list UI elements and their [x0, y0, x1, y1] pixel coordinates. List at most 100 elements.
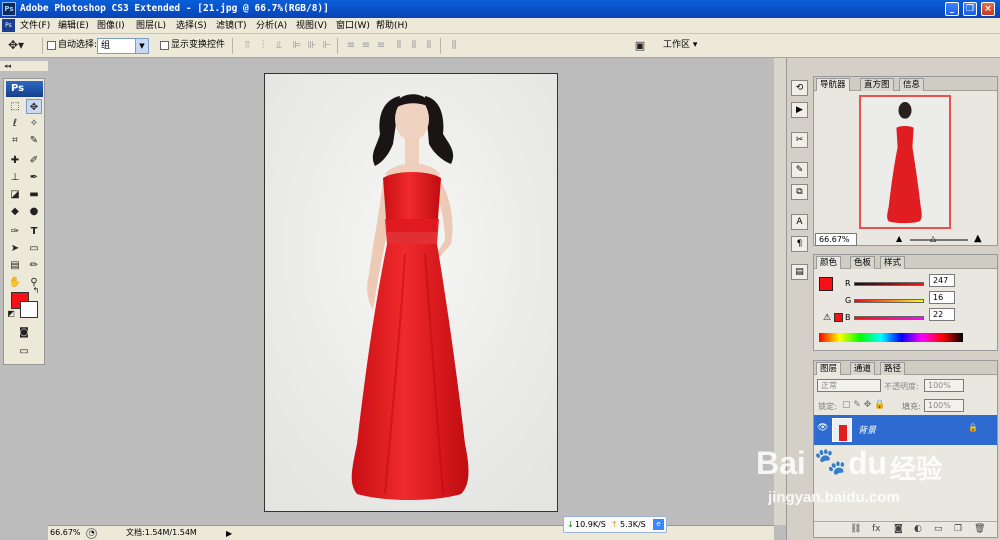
auto-align-layers-icon[interactable]: ⫼ — [447, 40, 461, 52]
zoom-level[interactable]: 66.67% — [50, 526, 81, 540]
menu-view[interactable]: 视图(V) — [294, 19, 329, 33]
notes-tool-icon[interactable]: ▤ — [7, 258, 23, 273]
eyedropper-icon[interactable]: ✏ — [26, 258, 42, 273]
gamut-color-swatch[interactable] — [834, 313, 843, 322]
background-color-swatch[interactable] — [20, 301, 38, 318]
color-ramp[interactable] — [819, 333, 963, 342]
healing-brush-icon[interactable]: ✚ — [7, 153, 23, 168]
brush-tool-icon[interactable]: ✐ — [26, 153, 42, 168]
tab-channels[interactable]: 通道 — [850, 362, 876, 375]
navigator-preview[interactable] — [859, 95, 951, 229]
link-layers-icon[interactable]: ⛓ — [850, 522, 861, 536]
canvas-area[interactable] — [48, 58, 774, 525]
screen-mode-icon[interactable]: ▭ — [16, 344, 32, 359]
move-tool-icon[interactable]: ✥ — [26, 99, 42, 114]
menu-analysis[interactable]: 分析(A) — [254, 19, 289, 33]
magic-wand-icon[interactable]: ✧ — [26, 116, 42, 131]
blur-tool-icon[interactable]: ◆ — [7, 204, 23, 219]
auto-select-checkbox[interactable] — [47, 41, 56, 50]
tab-info[interactable]: 信息 — [899, 78, 925, 91]
restore-button[interactable]: ❐ — [963, 2, 977, 16]
zoom-slider-thumb[interactable]: △ — [930, 234, 936, 243]
status-menu-arrow-icon[interactable]: ▶ — [226, 528, 235, 539]
visibility-eye-icon[interactable]: 👁 — [817, 423, 828, 433]
document-canvas[interactable] — [264, 73, 558, 512]
channel-g-input[interactable]: 16 — [929, 291, 955, 304]
show-transform-checkbox[interactable] — [160, 41, 169, 50]
menu-edit[interactable]: 编辑(E) — [56, 19, 91, 33]
close-button[interactable]: × — [981, 2, 995, 16]
align-vcenter-icon[interactable]: ⫶ — [256, 40, 270, 52]
history-brush-icon[interactable]: ✒ — [26, 170, 42, 185]
history-panel-icon[interactable]: ⟲ — [791, 80, 808, 96]
zoom-out-icon[interactable]: ▲ — [896, 234, 902, 243]
clone-source-icon[interactable]: ⧉ — [791, 184, 808, 200]
new-layer-icon[interactable]: ❐ — [954, 522, 962, 536]
crop-tool-icon[interactable]: ⌗ — [7, 133, 23, 148]
clone-stamp-icon[interactable]: ⊥ — [7, 170, 23, 185]
paragraph-panel-icon[interactable]: ¶ — [791, 236, 808, 252]
swap-colors-icon[interactable]: ↰ — [30, 286, 42, 296]
gradient-tool-icon[interactable]: ▬ — [26, 187, 42, 202]
fill-input[interactable]: 100% — [924, 399, 964, 412]
hand-tool-icon[interactable]: ✋ — [7, 275, 23, 290]
distribute-right-icon[interactable]: ⦀ — [422, 40, 436, 52]
opacity-input[interactable]: 100% — [924, 379, 964, 392]
pen-tool-icon[interactable]: ✑ — [7, 224, 23, 239]
menu-window[interactable]: 窗口(W) — [334, 19, 372, 33]
document-icon[interactable]: Ps — [2, 19, 15, 32]
status-info-icon[interactable]: ◔ — [86, 528, 97, 539]
channel-b-input[interactable]: 22 — [929, 308, 955, 321]
channel-g-slider[interactable] — [854, 299, 924, 303]
menu-layer[interactable]: 图层(L) — [134, 19, 168, 33]
tool-presets-icon[interactable]: ✂ — [791, 132, 808, 148]
menu-image[interactable]: 图像(I) — [95, 19, 127, 33]
tab-swatches[interactable]: 色板 — [850, 256, 876, 269]
new-group-icon[interactable]: ▭ — [934, 522, 943, 536]
tab-color[interactable]: 颜色 — [816, 256, 842, 269]
character-panel-icon[interactable]: A — [791, 214, 808, 230]
delete-layer-icon[interactable]: 🗑 — [974, 522, 985, 536]
align-top-icon[interactable]: ⫪ — [240, 40, 254, 52]
align-right-icon[interactable]: ⊩ — [320, 40, 334, 52]
marquee-tool-icon[interactable]: ⬚ — [7, 99, 23, 114]
minimize-button[interactable]: _ — [945, 2, 959, 16]
blend-mode-select[interactable]: 正常 — [817, 379, 881, 392]
tab-layers[interactable]: 图层 — [816, 362, 842, 375]
channel-r-input[interactable]: 247 — [929, 274, 955, 287]
layer-row-background[interactable]: 👁 背景 🔒 — [814, 415, 997, 445]
align-left-icon[interactable]: ⊫ — [290, 40, 304, 52]
tab-histogram[interactable]: 直方图 — [860, 78, 894, 91]
menu-select[interactable]: 选择(S) — [174, 19, 209, 33]
tab-paths[interactable]: 路径 — [880, 362, 906, 375]
distribute-left-icon[interactable]: ⦀ — [392, 40, 406, 52]
default-colors-icon[interactable]: ◩ — [6, 309, 16, 319]
bridge-icon[interactable]: ▣ — [632, 38, 648, 53]
lock-icons[interactable]: ▢ ✎ ✥ 🔒 — [842, 400, 885, 410]
network-widget-icon[interactable]: e — [653, 519, 664, 530]
tab-navigator[interactable]: 导航器 — [816, 78, 850, 91]
layer-style-icon[interactable]: fx — [872, 522, 881, 536]
path-selection-icon[interactable]: ➤ — [7, 241, 23, 256]
slice-tool-icon[interactable]: ✎ — [26, 133, 42, 148]
menu-file[interactable]: 文件(F) — [18, 19, 52, 33]
channel-b-slider[interactable] — [854, 316, 924, 320]
gamut-warning-icon[interactable]: ⚠ — [823, 313, 831, 323]
dodge-tool-icon[interactable]: ● — [26, 204, 42, 219]
shape-tool-icon[interactable]: ▭ — [26, 241, 42, 256]
layer-name[interactable]: 背景 — [858, 423, 876, 436]
eraser-tool-icon[interactable]: ◪ — [7, 187, 23, 202]
align-hcenter-icon[interactable]: ⊪ — [305, 40, 319, 52]
navigator-zoom-input[interactable]: 66.67% — [815, 233, 857, 246]
navigator-zoom-slider[interactable] — [910, 239, 968, 241]
workspace-menu[interactable]: 工作区 ▾ — [663, 39, 697, 52]
channel-r-slider[interactable] — [854, 282, 924, 286]
align-bottom-icon[interactable]: ⫫ — [272, 40, 286, 52]
quick-mask-icon[interactable]: ◙ — [16, 325, 32, 340]
layer-comps-icon[interactable]: ▤ — [791, 264, 808, 280]
type-tool-icon[interactable]: T — [26, 224, 42, 239]
adjustment-layer-icon[interactable]: ◐ — [914, 522, 922, 536]
zoom-in-icon[interactable]: ▲ — [974, 233, 982, 244]
auto-select-dropdown[interactable]: 组 ▼ — [97, 38, 149, 54]
tab-styles[interactable]: 样式 — [880, 256, 906, 269]
